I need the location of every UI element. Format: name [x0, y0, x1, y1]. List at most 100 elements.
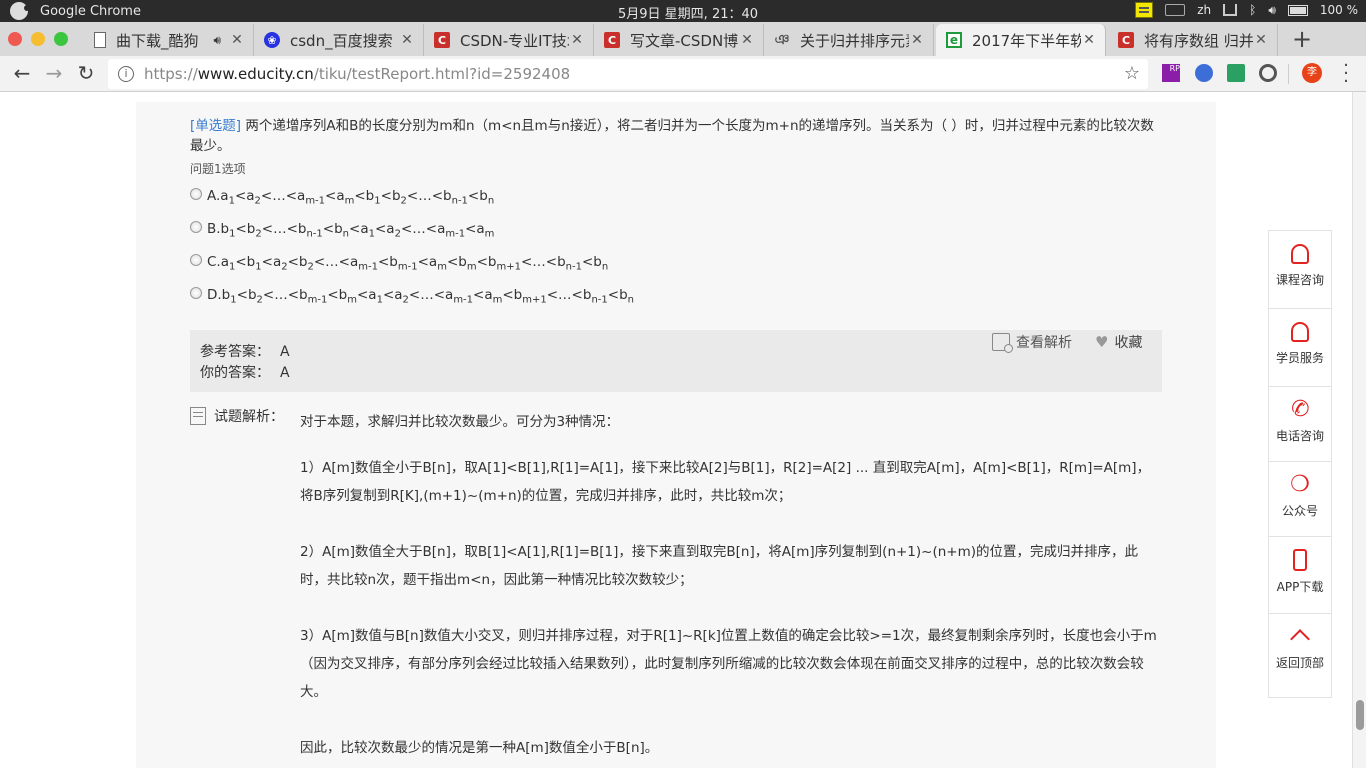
analysis-paragraph: 2）A[m]数值全大于B[n]，取B[1]<A[1],R[1]=B[1]，接下来… — [300, 544, 1139, 588]
option-text: C.a1<b1<a2<b2<…<am-1<bm-1<am<bm<bm+1<…<b… — [207, 254, 609, 273]
address-bar[interactable]: i https://www.educity.cn/tiku/testReport… — [108, 59, 1148, 89]
scrollbar-thumb[interactable] — [1356, 700, 1364, 730]
close-icon[interactable]: ✕ — [569, 32, 585, 48]
menu-icon[interactable]: · · · — [1338, 57, 1354, 91]
option-c[interactable]: C.a1<b1<a2<b2<…<am-1<bm-1<am<bm<bm+1<…<b… — [190, 254, 608, 273]
tab-educity-active[interactable]: e 2017年下半年软 ✕ — [936, 24, 1106, 56]
sidebar-label: 公众号 — [1281, 504, 1318, 518]
mobile-icon — [1293, 549, 1307, 571]
os-menu-bar: Google Chrome 5月9日 星期四, 21：40 zh ᛒ 🔊︎ 10… — [0, 0, 1366, 22]
radio-button[interactable] — [190, 221, 202, 234]
sidebar-label: 电话咨询 — [1275, 429, 1324, 443]
close-window-button[interactable] — [8, 32, 22, 46]
option-d[interactable]: D.b1<b2<…<bm-1<bm<a1<a2<…<am-1<am<bm+1<…… — [190, 287, 634, 306]
close-icon[interactable]: ✕ — [739, 32, 755, 48]
question-type: [单选题] — [190, 118, 242, 134]
document-search-icon — [992, 333, 1013, 353]
close-icon[interactable]: ✕ — [1081, 32, 1097, 48]
audio-playing-icon[interactable]: 🔊︎ — [213, 33, 221, 48]
volume-icon[interactable]: 🔊︎ — [1268, 3, 1276, 18]
option-b[interactable]: B.b1<b2<…<bn-1<bn<a1<a2<…<am-1<am — [190, 221, 494, 240]
network-icon[interactable] — [1223, 4, 1238, 16]
tab-baidu-search[interactable]: ❀ csdn_百度搜索 ✕ — [254, 24, 424, 56]
tab-label: CSDN-专业IT技术 — [460, 31, 569, 50]
floating-service-sidebar: 课程咨询 学员服务 ✆ 电话咨询 ❍ 公众号 APP下载 返回顶部 — [1268, 230, 1332, 698]
tab-strip: 曲下载_酷狗 🔊︎ ✕ ❀ csdn_百度搜索 ✕ C CSDN-专业IT技术 … — [0, 22, 1366, 56]
question-text: [单选题] 两个递增序列A和B的长度分别为m和n（m<n且m与n接近），将二者归… — [190, 116, 1160, 156]
tab-label: 关于归并排序元素 — [800, 31, 909, 50]
keyboard-icon[interactable] — [1165, 4, 1186, 16]
tab-merge-sorted-array[interactable]: C 将有序数组 归并 ✕ — [1108, 24, 1278, 56]
tab-music-download[interactable]: 曲下载_酷狗 🔊︎ ✕ — [84, 24, 254, 56]
cross-extension-icon[interactable] — [1195, 64, 1213, 82]
image-extension-icon[interactable] — [1227, 64, 1245, 82]
wechat-account-button[interactable]: ❍ 公众号 — [1269, 472, 1331, 537]
input-language[interactable]: zh — [1197, 3, 1211, 17]
bluetooth-icon[interactable]: ᛒ — [1249, 3, 1256, 17]
notes-icon[interactable] — [1135, 2, 1154, 18]
profile-avatar[interactable]: 李 — [1302, 63, 1322, 83]
app-download-button[interactable]: APP下载 — [1269, 549, 1331, 614]
analysis-paragraph: 1）A[m]数值全小于B[n]，取A[1]<B[1],R[1]=A[1]，接下来… — [300, 460, 1151, 504]
view-analysis-button[interactable]: 查看解析 — [992, 332, 1072, 353]
baidu-icon: ❀ — [264, 32, 280, 48]
heart-icon: ♥ — [1095, 333, 1109, 351]
browser-toolbar: ← → ↻ i https://www.educity.cn/tiku/test… — [0, 56, 1366, 92]
system-clock[interactable]: 5月9日 星期四, 21：40 — [618, 3, 758, 22]
csdn-icon: C — [1118, 32, 1134, 48]
tab-merge-sort-question[interactable]: ঞ 关于归并排序元素 ✕ — [764, 24, 934, 56]
maximize-window-button[interactable] — [54, 32, 68, 46]
option-text: B.b1<b2<…<bn-1<bn<a1<a2<…<am-1<am — [207, 221, 495, 240]
analysis-conclusion: 因此，比较次数最少的情况是第一种A[m]数值全小于B[n]。 — [300, 740, 659, 756]
analysis-intro: 对于本题，求解归并比较次数最少。可分为3种情况： — [300, 414, 620, 430]
student-service-button[interactable]: 学员服务 — [1269, 322, 1331, 387]
tab-csdn-write[interactable]: C 写文章-CSDN博客 ✕ — [594, 24, 764, 56]
educity-icon: e — [946, 32, 962, 48]
radio-button[interactable] — [190, 287, 202, 300]
reload-icon[interactable]: ↻ — [74, 62, 98, 86]
sidebar-label: APP下载 — [1276, 580, 1324, 594]
phone-consult-button[interactable]: ✆ 电话咨询 — [1269, 395, 1331, 462]
sidebar-label: 学员服务 — [1275, 351, 1324, 365]
option-text: D.b1<b2<…<bm-1<bm<a1<a2<…<am-1<am<bm+1<…… — [207, 287, 634, 306]
phone-icon: ✆ — [1288, 395, 1312, 424]
favorite-button[interactable]: ♥ 收藏 — [1095, 332, 1142, 352]
tab-label: 将有序数组 归并 — [1144, 31, 1253, 50]
close-icon[interactable]: ✕ — [1253, 32, 1269, 48]
option-a[interactable]: A.a1<a2<…<am-1<am<b1<b2<…<bn-1<bn — [190, 188, 494, 207]
analysis-paragraph: 3）A[m]数值与B[n]数值大小交叉，则归并排序过程，对于R[1]~R[k]位… — [300, 628, 1157, 700]
page-content: [单选题] 两个递增序列A和B的长度分别为m和n（m<n且m与n接近），将二者归… — [0, 92, 1352, 768]
system-tray: zh ᛒ 🔊︎ 100 % — [1135, 2, 1358, 18]
apple-icon[interactable] — [10, 2, 30, 20]
close-icon[interactable]: ✕ — [399, 32, 415, 48]
squiggle-icon: ঞ — [774, 32, 790, 48]
radio-button[interactable] — [190, 254, 202, 267]
qq-icon — [1291, 322, 1309, 342]
course-consult-button[interactable]: 课程咨询 — [1269, 244, 1331, 309]
info-icon[interactable]: i — [118, 66, 134, 82]
clock-extension-icon[interactable] — [1259, 64, 1277, 82]
battery-icon[interactable] — [1287, 4, 1308, 16]
close-icon[interactable]: ✕ — [229, 32, 245, 48]
url-text[interactable]: https://www.educity.cn/tiku/testReport.h… — [144, 65, 570, 83]
back-arrow-icon[interactable]: ← — [10, 62, 34, 86]
document-icon — [94, 32, 106, 48]
analysis-heading: 试题解析： — [190, 406, 284, 426]
question-sub-label: 问题1选项 — [190, 162, 246, 176]
minimize-window-button[interactable] — [31, 32, 45, 46]
vertical-scrollbar[interactable] — [1352, 92, 1366, 768]
question-panel: [单选题] 两个递增序列A和B的长度分别为m和n（m<n且m与n接近），将二者归… — [136, 102, 1216, 768]
rp-extension-icon[interactable]: RP — [1162, 64, 1180, 82]
tab-label: csdn_百度搜索 — [290, 31, 393, 50]
radio-button[interactable] — [190, 188, 202, 201]
bookmark-star-icon[interactable]: ☆ — [1124, 63, 1140, 84]
back-to-top-button[interactable]: 返回顶部 — [1269, 629, 1331, 697]
active-app-name[interactable]: Google Chrome — [40, 4, 141, 19]
new-tab-button[interactable]: + — [1288, 26, 1316, 54]
close-icon[interactable]: ✕ — [909, 32, 925, 48]
tab-label: 写文章-CSDN博客 — [630, 31, 739, 50]
reference-answer: 参考答案： A — [200, 344, 290, 360]
forward-arrow-icon[interactable]: → — [42, 62, 66, 86]
toolbar-divider — [1288, 64, 1289, 84]
tab-csdn-home[interactable]: C CSDN-专业IT技术 ✕ — [424, 24, 594, 56]
